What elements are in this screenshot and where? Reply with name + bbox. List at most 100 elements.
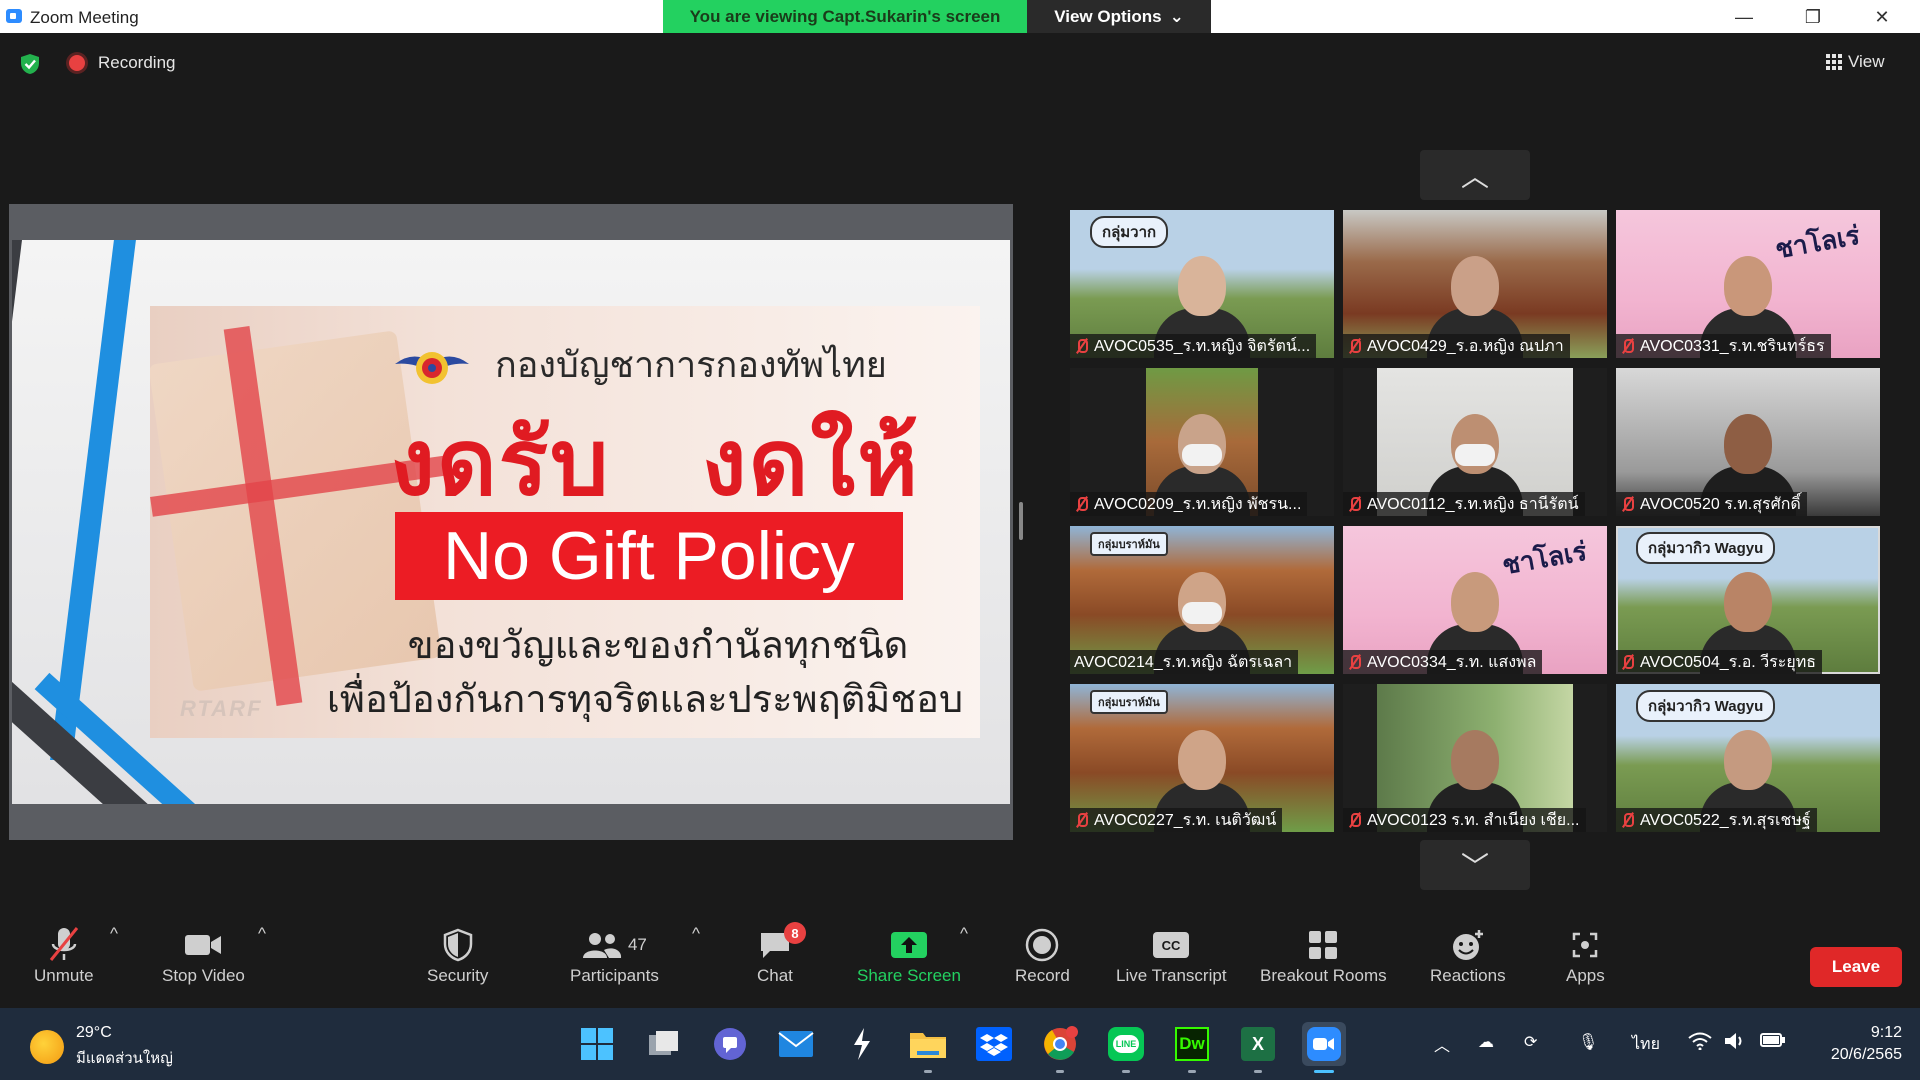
- view-label: View: [1848, 52, 1885, 71]
- teams-chat-button[interactable]: [710, 1024, 750, 1064]
- participant-tile[interactable]: กลุ่มวาก AVOC0535_ร.ท.หญิง จิตรัตน์...: [1070, 210, 1334, 358]
- apps-button[interactable]: Apps: [1566, 924, 1605, 986]
- security-button[interactable]: Security: [427, 924, 488, 986]
- excel-button[interactable]: X: [1238, 1024, 1278, 1064]
- show-hidden-icons-button[interactable]: ︿: [1434, 1032, 1450, 1056]
- line-app-button[interactable]: LINE: [1106, 1024, 1146, 1064]
- view-options-button[interactable]: View Options ⌄: [1027, 0, 1211, 33]
- leave-button[interactable]: Leave: [1810, 947, 1902, 987]
- policy-banner: No Gift Policy: [395, 512, 903, 600]
- onedrive-icon[interactable]: ☁: [1478, 1032, 1494, 1052]
- weather-temperature[interactable]: 29°C: [76, 1024, 112, 1042]
- minimize-icon: —: [1735, 6, 1753, 27]
- active-indicator: [1314, 1070, 1334, 1073]
- live-transcript-button[interactable]: CC Live Transcript: [1116, 924, 1227, 986]
- muted-mic-icon: [1620, 496, 1634, 512]
- poster-line-2: เพื่อป้องกันการทุจริตและประพฤติมิชอบ: [326, 679, 964, 721]
- window-title: Zoom Meeting: [30, 8, 139, 27]
- chat-button[interactable]: 8 Chat: [757, 922, 806, 986]
- participant-tile[interactable]: AVOC0429_ร.อ.หญิง ณปภา: [1343, 210, 1607, 358]
- muted-mic-icon: [1347, 338, 1361, 354]
- closed-caption-icon: CC: [1152, 924, 1190, 966]
- participant-name: AVOC0209_ร.ท.หญิง พัชรน...: [1094, 495, 1302, 513]
- input-language[interactable]: ไทย: [1632, 1032, 1660, 1057]
- breakout-rooms-icon: [1307, 924, 1339, 966]
- participant-tile[interactable]: AVOC0112_ร.ท.หญิง ธานีรัตน์: [1343, 368, 1607, 516]
- file-explorer-button[interactable]: [908, 1024, 948, 1064]
- share-screen-icon: [890, 924, 928, 966]
- panel-splitter-handle[interactable]: [1019, 502, 1023, 540]
- participants-count: 47: [627, 935, 647, 954]
- view-button[interactable]: View: [1826, 46, 1906, 78]
- encryption-shield-icon[interactable]: [20, 53, 40, 75]
- shared-screen[interactable]: กองบัญชาการกองทัพไทย งดรับ งดให้ No Gift…: [9, 204, 1013, 840]
- participant-nameplate: AVOC0334_ร.ท. แสงพล: [1343, 650, 1543, 674]
- view-options-label: View Options: [1054, 6, 1162, 26]
- video-options-caret[interactable]: ^: [258, 924, 266, 944]
- participant-tile[interactable]: AVOC0209_ร.ท.หญิง พัชรน...: [1070, 368, 1334, 516]
- participant-nameplate: AVOC0535_ร.ท.หญิง จิตรัตน์...: [1070, 334, 1317, 358]
- breakout-rooms-button[interactable]: Breakout Rooms: [1260, 924, 1387, 986]
- volume-icon[interactable]: [1724, 1032, 1746, 1055]
- folder-icon: [910, 1033, 946, 1058]
- stop-video-button[interactable]: Stop Video: [162, 924, 245, 986]
- presentation-slide: กองบัญชาการกองทัพไทย งดรับ งดให้ No Gift…: [12, 240, 1010, 804]
- zoom-taskbar-button[interactable]: [1302, 1022, 1346, 1066]
- participant-tile[interactable]: กลุ่มบราห์มัน AVOC0227_ร.ท. เนติวัฒน์: [1070, 684, 1334, 832]
- dropbox-button[interactable]: [974, 1024, 1014, 1064]
- microphone-icon[interactable]: 🎙: [1578, 1032, 1598, 1052]
- gallery-next-button[interactable]: ﹀: [1420, 840, 1530, 890]
- reactions-label: Reactions: [1430, 966, 1506, 985]
- unmute-button[interactable]: Unmute: [34, 924, 94, 986]
- dreamweaver-button[interactable]: Dw: [1172, 1024, 1212, 1064]
- weather-description[interactable]: มีแดดส่วนใหญ่: [76, 1046, 173, 1070]
- wifi-icon[interactable]: [1688, 1032, 1712, 1055]
- clock-date[interactable]: 20/6/2565: [1808, 1046, 1902, 1064]
- gallery-prev-button[interactable]: ︿: [1420, 150, 1530, 200]
- participant-nameplate: AVOC0214_ร.ท.หญิง ฉัตรเฉลา: [1070, 650, 1299, 674]
- start-button[interactable]: [577, 1024, 617, 1064]
- participant-tile[interactable]: กลุ่มวากิว Wagyu AVOC0522_ร.ท.สุรเชษฐ์: [1616, 684, 1880, 832]
- participants-label: Participants: [570, 966, 659, 985]
- participant-name: AVOC0214_ร.ท.หญิง ฉัตรเฉลา: [1074, 653, 1293, 671]
- participant-name: AVOC0535_ร.ท.หญิง จิตรัตน์...: [1094, 337, 1311, 355]
- clock-time[interactable]: 9:12: [1862, 1024, 1902, 1042]
- participants-options-caret[interactable]: ^: [692, 924, 700, 944]
- participant-tile[interactable]: กลุ่มวากิว Wagyu AVOC0504_ร.อ. วีระยุทธ: [1616, 526, 1880, 674]
- chat-label: Chat: [757, 966, 793, 985]
- muted-mic-icon: [47, 924, 81, 966]
- no-gift-poster: กองบัญชาการกองทัพไทย งดรับ งดให้ No Gift…: [150, 306, 980, 738]
- chevron-up-icon: ^: [960, 924, 968, 943]
- share-options-caret[interactable]: ^: [960, 924, 968, 944]
- app-stylus-button[interactable]: [842, 1024, 882, 1064]
- minimize-button[interactable]: —: [1724, 4, 1764, 30]
- mail-button[interactable]: [776, 1024, 816, 1064]
- participant-tile[interactable]: AVOC0520 ร.ท.สุรศักดิ์: [1616, 368, 1880, 516]
- participant-tile[interactable]: กลุ่มบราห์มัน AVOC0214_ร.ท.หญิง ฉัตรเฉลา: [1070, 526, 1334, 674]
- weather-sun-icon[interactable]: [30, 1030, 64, 1064]
- participant-nameplate: AVOC0112_ร.ท.หญิง ธานีรัตน์: [1343, 492, 1585, 516]
- chrome-icon: [1044, 1026, 1078, 1060]
- task-view-button[interactable]: [644, 1024, 684, 1064]
- battery-icon[interactable]: [1760, 1032, 1786, 1053]
- close-button[interactable]: ✕: [1862, 4, 1902, 30]
- participant-tile[interactable]: AVOC0123 ร.ท. สำเนียง เชีย...: [1343, 684, 1607, 832]
- muted-mic-icon: [1074, 496, 1088, 512]
- record-button[interactable]: Record: [1015, 924, 1070, 986]
- security-label: Security: [427, 966, 489, 985]
- muted-mic-icon: [1620, 654, 1634, 670]
- reactions-button[interactable]: Reactions: [1430, 924, 1506, 986]
- chat-unread-badge: 8: [783, 922, 806, 944]
- muted-mic-icon: [1074, 338, 1088, 354]
- lightning-icon: [854, 1028, 870, 1060]
- sync-icon[interactable]: ⟳: [1524, 1032, 1537, 1052]
- audio-options-caret[interactable]: ^: [110, 924, 118, 944]
- chrome-button[interactable]: [1040, 1024, 1080, 1064]
- unmute-label: Unmute: [34, 966, 94, 985]
- share-screen-button[interactable]: Share Screen: [857, 924, 961, 986]
- dropbox-icon: [976, 1027, 1012, 1061]
- restore-button[interactable]: ❐: [1793, 4, 1833, 30]
- participants-button[interactable]: 47 Participants: [570, 924, 659, 986]
- participant-tile[interactable]: ชาโลเร่ AVOC0331_ร.ท.ชรินทร์ธร: [1616, 210, 1880, 358]
- participant-tile[interactable]: ชาโลเร่ AVOC0334_ร.ท. แสงพล: [1343, 526, 1607, 674]
